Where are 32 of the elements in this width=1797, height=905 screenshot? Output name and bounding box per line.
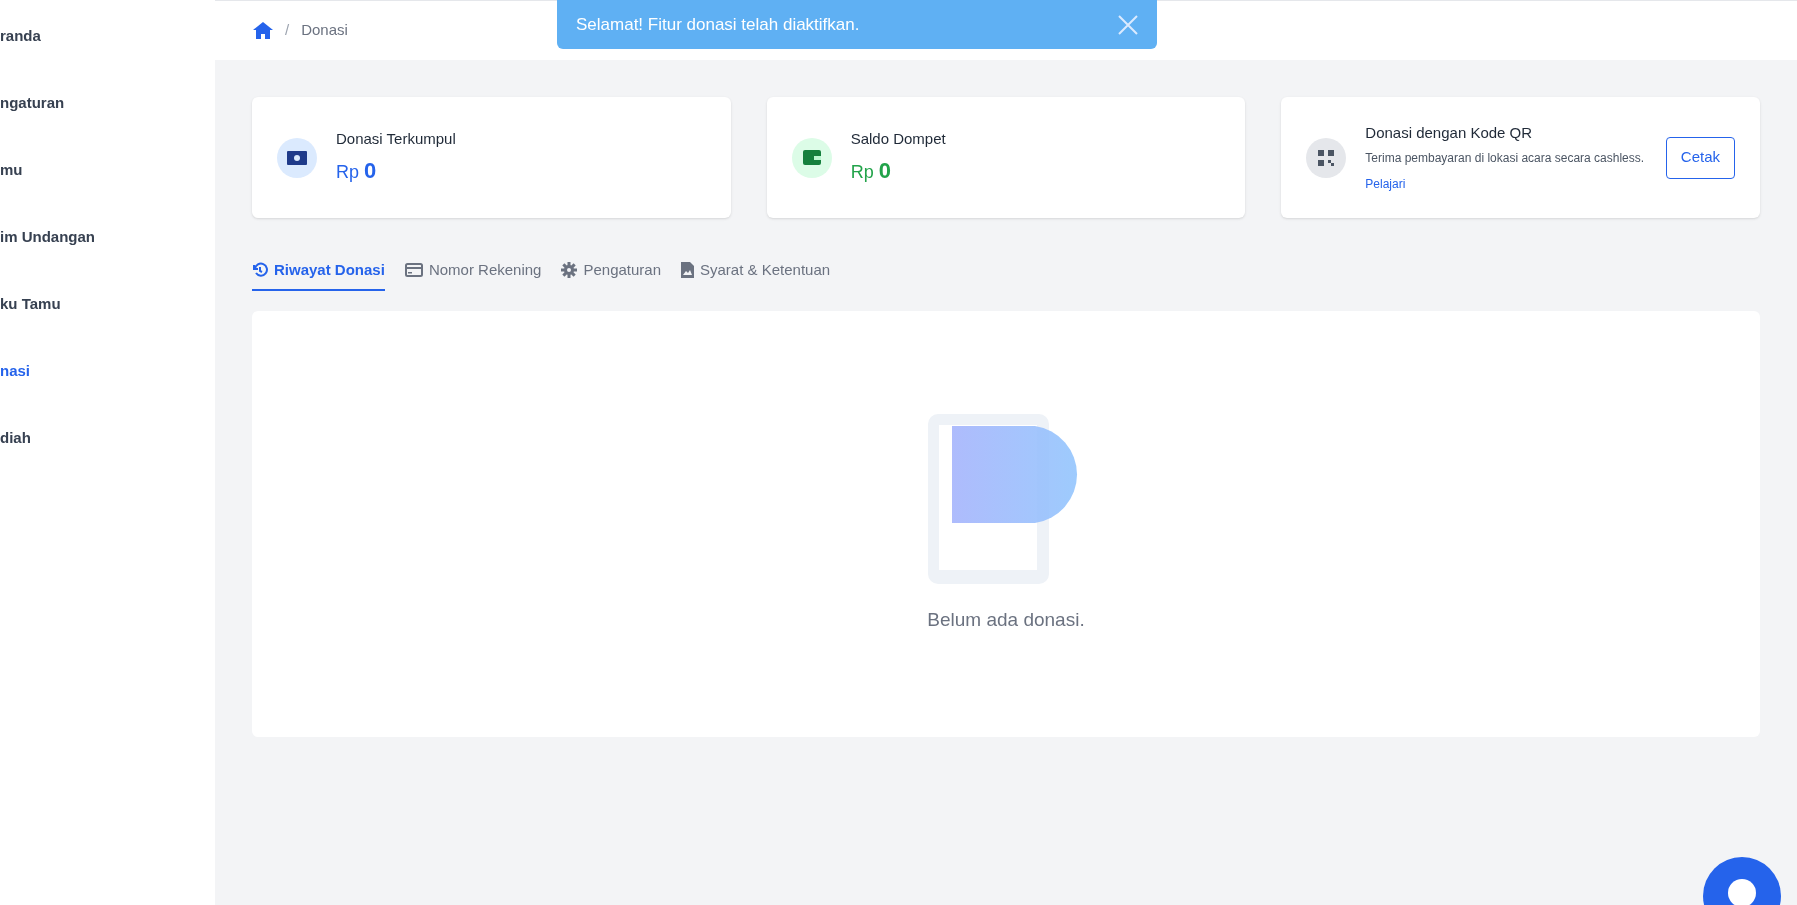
card-title: Saldo Dompet bbox=[850, 128, 946, 149]
chat-bubble-button[interactable] bbox=[1703, 857, 1781, 905]
sidebar-item[interactable]: ku Tamu bbox=[0, 293, 215, 315]
tab[interactable]: Riwayat Donasi bbox=[252, 251, 385, 291]
card-amount: Rp 0 bbox=[336, 157, 378, 186]
qr-code-icon bbox=[1318, 149, 1335, 166]
tab[interactable]: Nomor Rekening bbox=[404, 251, 542, 291]
banknote-icon bbox=[287, 150, 307, 165]
print-button[interactable]: Cetak bbox=[1665, 136, 1735, 179]
learn-link[interactable]: Pelajari bbox=[1365, 174, 1647, 193]
sidebar-item[interactable]: diah bbox=[0, 427, 215, 449]
card-description: Terima pembayaran di lokasi acara secara cashless. bbox=[1365, 149, 1646, 167]
sidebar-item[interactable]: nasi bbox=[0, 360, 215, 382]
card-title: Donasi Terkumpul bbox=[336, 128, 456, 149]
sidebar-item[interactable]: mu bbox=[0, 159, 215, 181]
breadcrumb-current: Donasi bbox=[301, 20, 348, 41]
sidebar-item[interactable]: im Undangan bbox=[0, 226, 215, 248]
tab[interactable]: Pengaturan bbox=[561, 251, 661, 291]
home-icon[interactable] bbox=[253, 22, 273, 39]
settings-icon bbox=[561, 262, 578, 278]
history-icon bbox=[252, 262, 268, 278]
tab[interactable]: Syarat & Ketentuan bbox=[681, 251, 831, 291]
breadcrumb-separator: / bbox=[285, 20, 290, 41]
sidebar-item[interactable]: ngaturan bbox=[0, 92, 215, 114]
toast-message: Selamat! Fitur donasi telah diaktifkan. bbox=[576, 13, 860, 36]
wallet-icon bbox=[802, 150, 821, 165]
credit-card-icon bbox=[404, 263, 423, 277]
empty-message: Belum ada donasi. bbox=[927, 607, 1085, 632]
sidebar-item[interactable]: randa bbox=[0, 25, 215, 47]
card-amount: Rp 0 bbox=[850, 157, 892, 186]
card-title: Donasi dengan Kode QR bbox=[1365, 123, 1534, 144]
document-icon bbox=[681, 262, 694, 278]
